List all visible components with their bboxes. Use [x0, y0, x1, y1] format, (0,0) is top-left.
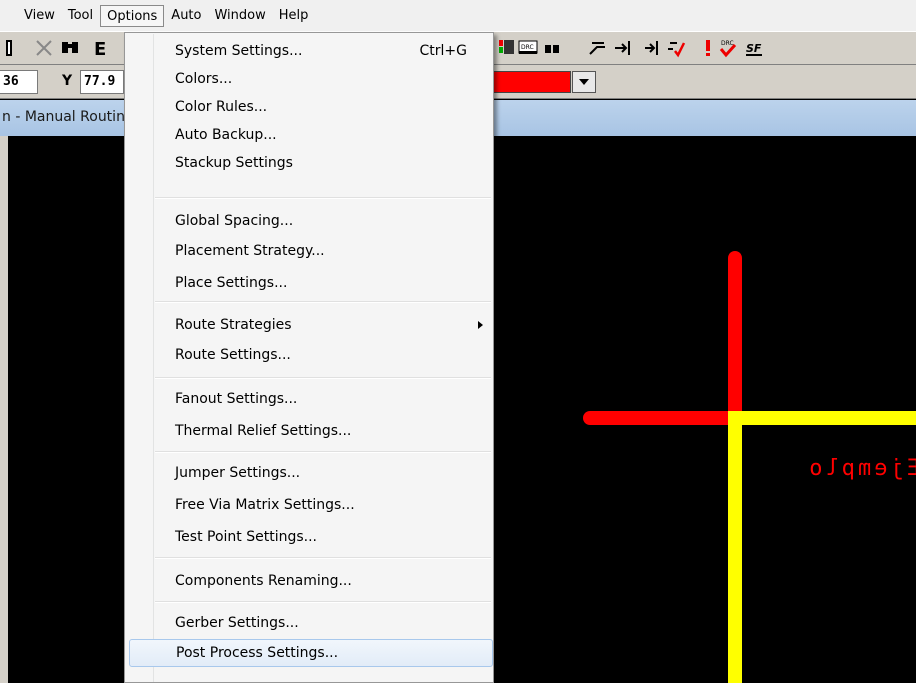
- edit-e-icon[interactable]: E: [90, 36, 114, 60]
- menu-item-thermal-relief-settings[interactable]: Thermal Relief Settings...: [129, 417, 493, 445]
- align-icon[interactable]: [640, 36, 664, 60]
- menu-item-route-strategies[interactable]: Route Strategies: [129, 311, 493, 339]
- menu-item-shortcut: Ctrl+G: [419, 43, 468, 59]
- split-icon[interactable]: [610, 36, 634, 60]
- menu-bar: View Tool Options Auto Window Help: [0, 0, 916, 31]
- menu-item-gerber-settings[interactable]: Gerber Settings...: [129, 609, 493, 637]
- y-coord-label: Y: [62, 73, 73, 89]
- menu-options[interactable]: Options: [100, 4, 165, 27]
- sf-icon[interactable]: SF: [742, 36, 766, 60]
- close-x-icon[interactable]: [32, 36, 56, 60]
- route-check-icon[interactable]: [664, 36, 688, 60]
- drc-layer-icon[interactable]: DRC: [516, 36, 540, 60]
- menu-tool[interactable]: Tool: [62, 5, 99, 27]
- x-coord-field: 36: [0, 70, 38, 94]
- menu-separator: [155, 197, 491, 199]
- left-frame-strip: [0, 136, 8, 683]
- menu-item-jumper-settings[interactable]: Jumper Settings...: [129, 459, 493, 487]
- find-binoculars-icon[interactable]: [58, 36, 82, 60]
- menu-item-stackup-settings[interactable]: Stackup Settings: [129, 149, 493, 177]
- layer-color-swatch[interactable]: [493, 71, 571, 93]
- document-title: n - Manual Routing: [2, 109, 134, 125]
- route-diagonal-icon[interactable]: [586, 36, 610, 60]
- menu-item-label: System Settings...: [175, 43, 303, 59]
- y-coord-field: 77.9: [80, 70, 124, 94]
- menu-item-global-spacing[interactable]: Global Spacing...: [129, 207, 493, 235]
- menu-item-components-renaming[interactable]: Components Renaming...: [129, 567, 493, 595]
- menu-item-colors[interactable]: Colors...: [129, 65, 493, 93]
- options-menu: System Settings... Ctrl+G Colors... Colo…: [124, 32, 494, 683]
- menu-item-test-point-settings[interactable]: Test Point Settings...: [129, 523, 493, 551]
- menu-item-placement-strategy[interactable]: Placement Strategy...: [129, 237, 493, 265]
- menu-help[interactable]: Help: [273, 5, 315, 27]
- svg-text:E: E: [94, 39, 106, 59]
- menu-item-system-settings[interactable]: System Settings... Ctrl+G: [129, 37, 493, 65]
- menu-separator: [155, 301, 491, 303]
- svg-text:SF: SF: [746, 42, 762, 55]
- layer-dropdown-button[interactable]: [572, 71, 596, 93]
- menu-item-place-settings[interactable]: Place Settings...: [129, 269, 493, 297]
- menu-item-auto-backup[interactable]: Auto Backup...: [129, 121, 493, 149]
- svg-text:DRC: DRC: [521, 44, 534, 51]
- menu-item-label: Route Strategies: [175, 317, 292, 333]
- menu-separator: [155, 601, 491, 603]
- menu-separator: [155, 377, 491, 379]
- menu-view[interactable]: View: [18, 5, 61, 27]
- menu-auto[interactable]: Auto: [165, 5, 207, 27]
- drc-check-icon[interactable]: DRC: [716, 36, 740, 60]
- grid-icon[interactable]: [2, 36, 26, 60]
- menu-window[interactable]: Window: [208, 5, 271, 27]
- menu-item-free-via-matrix-settings[interactable]: Free Via Matrix Settings...: [129, 491, 493, 519]
- menu-item-color-rules[interactable]: Color Rules...: [129, 93, 493, 121]
- menu-item-post-process-settings[interactable]: Post Process Settings...: [129, 639, 493, 667]
- menu-item-fanout-settings[interactable]: Fanout Settings...: [129, 385, 493, 413]
- mirrored-silk-text: Ejemplo: [806, 456, 916, 481]
- menu-separator: [155, 557, 491, 559]
- chevron-down-icon: [579, 79, 589, 85]
- bus-icon[interactable]: [540, 36, 564, 60]
- menu-item-route-settings[interactable]: Route Settings...: [129, 341, 493, 369]
- submenu-arrow-icon: [478, 321, 483, 329]
- menu-separator: [155, 451, 491, 453]
- svg-text:DRC: DRC: [721, 40, 734, 47]
